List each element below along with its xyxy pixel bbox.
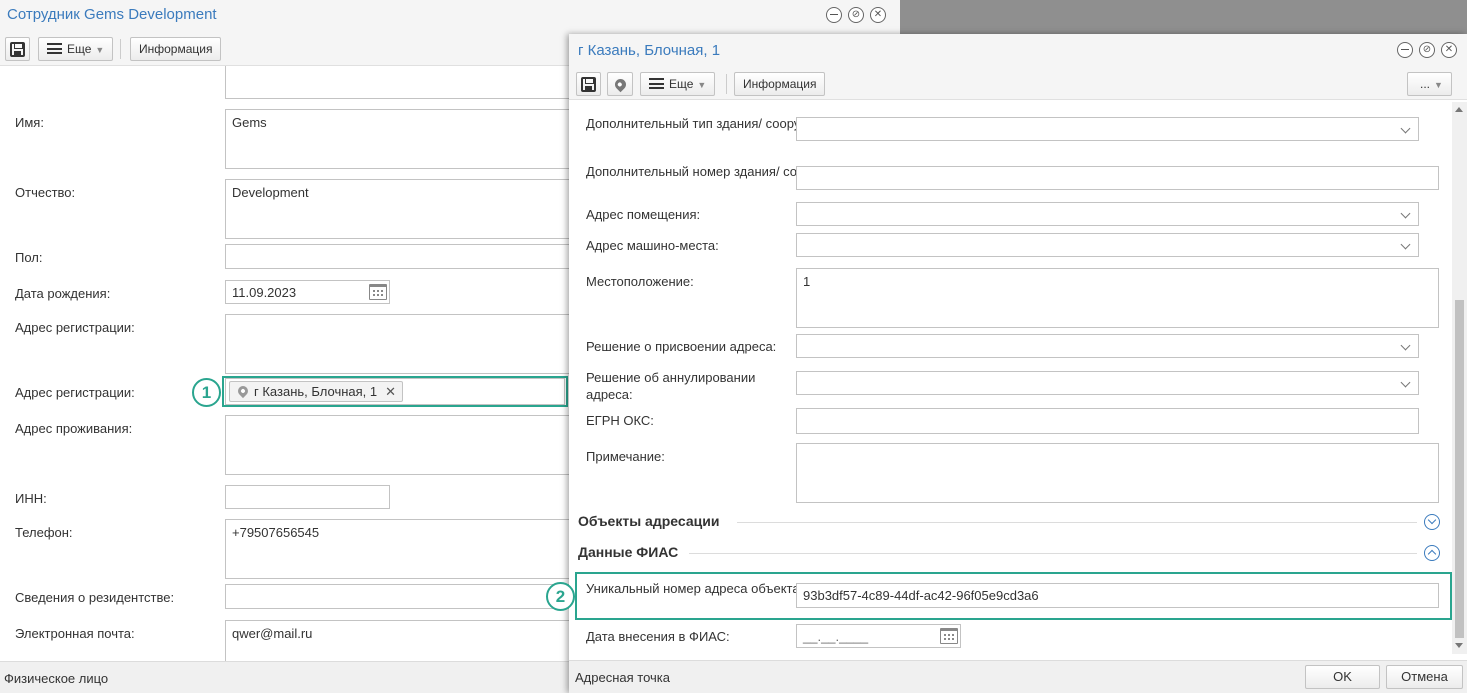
status-text: Физическое лицо [4,671,109,686]
residency-label: Сведения о резидентстве: [15,590,175,605]
address-window-title: г Казань, Блочная, 1 [578,42,721,59]
chevron-down-icon [1400,340,1411,351]
address-statusbar: Адресная точка OK Отмена [569,660,1467,693]
employee-window-title: Сотрудник Gems Development [7,6,217,23]
birth-date-field[interactable]: 11.09.2023 [225,280,390,304]
email-label: Электронная почта: [15,626,135,641]
patronymic-label: Отчество: [15,185,76,200]
egrn-label: ЕГРН ОКС: [586,413,654,428]
fias-date-value: __.__.____ [803,629,869,644]
section-divider [737,522,1417,523]
minimize-icon[interactable] [1397,42,1413,58]
close-icon[interactable]: ✕ [1441,42,1457,58]
link-icon[interactable]: ⊘ [1419,42,1435,58]
birth-date-value: 11.09.2023 [232,285,297,300]
link-icon[interactable]: ⊘ [848,7,864,23]
section-divider [689,553,1417,554]
more-actions-button[interactable]: ... ▼ [1407,72,1452,96]
phone-label: Телефон: [15,525,73,540]
reg-address-field[interactable] [225,314,575,374]
patronymic-field[interactable]: Development [225,179,575,239]
more-button[interactable]: Еще ▼ [38,37,114,61]
scroll-down-icon[interactable] [1455,643,1463,648]
note-label: Примечание: [586,449,665,464]
inn-field[interactable] [225,485,390,509]
more-button[interactable]: Еще ▼ [640,72,716,96]
expand-icon[interactable] [1424,514,1440,530]
parking-address-label: Адрес машино-места: [586,238,719,253]
toolbar-divider [726,74,727,94]
birth-date-label: Дата рождения: [15,286,111,301]
callout-2: 2 [546,582,575,611]
calendar-icon[interactable] [369,284,387,300]
name-field[interactable]: Gems [225,109,575,169]
save-button[interactable] [5,37,30,61]
cancel-decision-label: Решение об аннулировании адреса: [586,370,756,402]
phone-field[interactable]: +79507656545 [225,519,575,579]
chevron-down-icon [1400,208,1411,219]
cancel-button[interactable]: Отмена [1386,665,1463,689]
address-toolbar: Еще ▼ Информация ... ▼ [569,68,1467,100]
minimize-icon[interactable] [826,7,842,23]
reg-address-label: Адрес регистрации: [15,320,135,335]
chevron-down-icon: ▼ [697,80,707,90]
map-pin-icon [612,76,629,93]
note-field[interactable] [796,443,1439,503]
fias-date-field[interactable]: __.__.____ [796,624,961,648]
email-field[interactable]: qwer@mail.ru [225,620,575,661]
chevron-down-icon: ▼ [1434,80,1443,90]
scroll-up-icon[interactable] [1455,107,1463,112]
employee-window-titlebar: Сотрудник Gems Development ⊘ ✕ [0,0,900,32]
ok-button[interactable]: OK [1305,665,1380,689]
calendar-icon[interactable] [940,628,958,644]
assign-decision-select[interactable] [796,334,1419,358]
assign-decision-label: Решение о присвоении адреса: [586,339,777,354]
toolbar-divider [120,39,121,59]
save-icon [10,42,25,57]
location-field[interactable]: 1 [796,268,1439,328]
egrn-field[interactable] [796,408,1419,434]
map-button[interactable] [607,72,633,96]
address-window-titlebar: г Казань, Блочная, 1 ⊘ ✕ [569,34,1467,68]
save-button[interactable] [576,72,601,96]
save-icon [581,77,596,92]
room-address-select[interactable] [796,202,1419,226]
live-address-field[interactable] [225,415,575,475]
room-address-label: Адрес помещения: [586,207,701,222]
building-num2-field[interactable] [796,166,1439,190]
scrollbar-thumb[interactable] [1455,300,1464,638]
status-text: Адресная точка [575,670,671,685]
vertical-scrollbar[interactable] [1452,102,1467,654]
menu-icon [47,43,62,54]
close-icon[interactable]: ✕ [870,7,886,23]
live-address-label: Адрес проживания: [15,421,133,436]
inn-label: ИНН: [15,491,47,506]
info-button[interactable]: Информация [130,37,222,61]
reg-address2-label: Адрес регистрации: [15,385,135,400]
info-button[interactable]: Информация [734,72,826,96]
highlight-frame-1 [222,376,568,407]
highlight-frame-2 [575,572,1452,620]
building-type2-select[interactable] [796,117,1419,141]
gender-label: Пол: [15,250,43,265]
fias-section-title[interactable]: Данные ФИАС [578,544,678,560]
parking-address-select[interactable] [796,233,1419,257]
fias-date-label: Дата внесения в ФИАС: [586,629,730,644]
objects-section-title[interactable]: Объекты адресации [578,513,719,529]
chevron-down-icon [1400,239,1411,250]
chevron-down-icon [1400,377,1411,388]
collapse-icon[interactable] [1424,545,1440,561]
previous-field[interactable] [225,66,575,99]
residency-field[interactable] [225,584,575,609]
chevron-down-icon: ▼ [95,45,105,55]
gender-field[interactable] [225,244,575,269]
location-label: Местоположение: [586,274,694,289]
callout-1: 1 [192,378,221,407]
cancel-decision-select[interactable] [796,371,1419,395]
menu-icon [649,78,664,89]
address-window: г Казань, Блочная, 1 ⊘ ✕ Еще ▼ Информация… [569,34,1467,693]
name-label: Имя: [15,115,44,130]
chevron-down-icon [1400,123,1411,134]
